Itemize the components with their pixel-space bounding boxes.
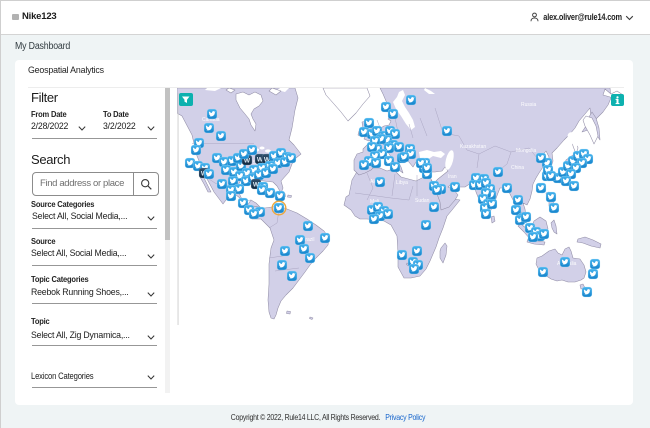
svg-text:China: China [511,165,524,171]
svg-text:Iran: Iran [448,174,457,180]
svg-text:Libya: Libya [396,180,408,186]
svg-text:Russia: Russia [521,102,537,108]
svg-text:Kazakhstan: Kazakhstan [460,144,486,150]
svg-text:Mongolia: Mongolia [516,148,537,154]
svg-text:Sudan: Sudan [415,198,430,204]
